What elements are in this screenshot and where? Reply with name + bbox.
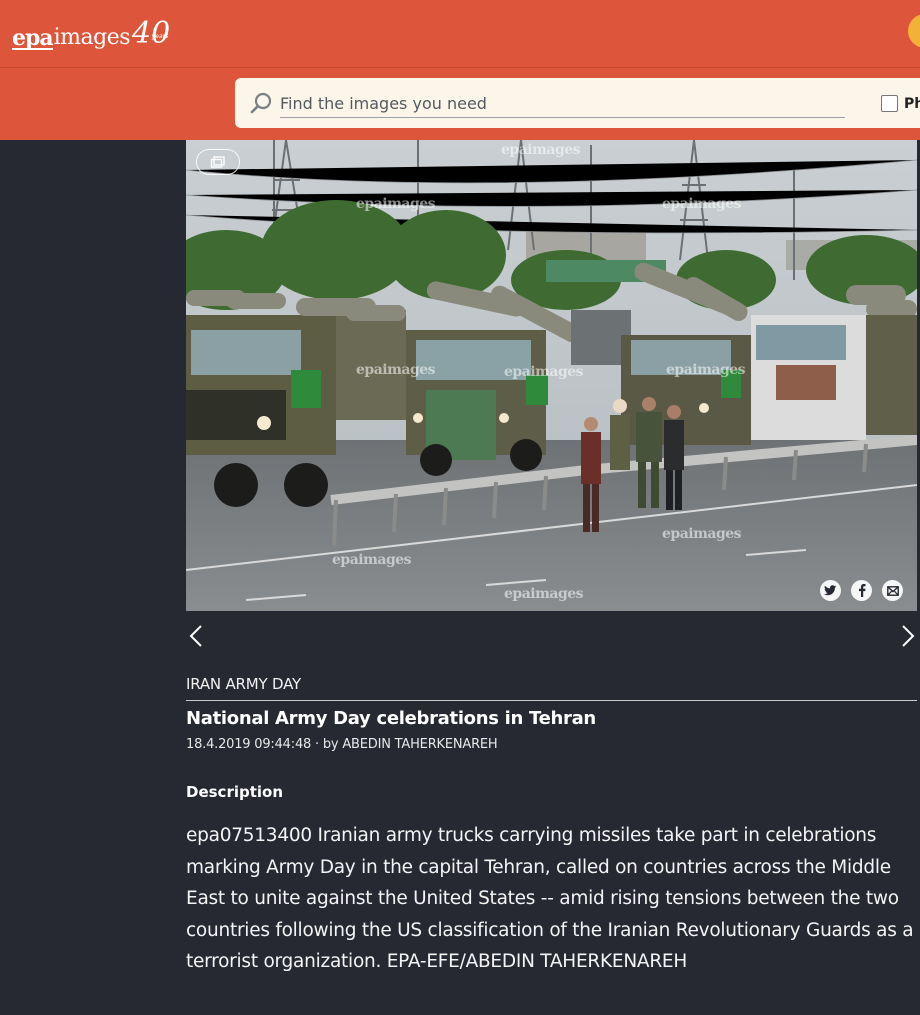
checkbox-box[interactable] <box>881 95 898 112</box>
photo-filter-checkbox[interactable]: Ph <box>881 95 920 112</box>
watermark: epaimages <box>501 142 581 158</box>
previous-image-button[interactable] <box>185 624 207 652</box>
logo-years: years <box>151 33 169 40</box>
image-meta: 18.4.2019 09:44:48 · by ABEDIN TAHERKENA… <box>186 737 498 752</box>
user-avatar[interactable] <box>908 14 920 48</box>
logo-brand: epa <box>12 25 54 51</box>
watermark: epaimages <box>356 362 436 378</box>
twitter-icon[interactable] <box>820 580 841 601</box>
watermark: epaimages <box>666 362 746 378</box>
top-header: epa images 40 years <box>0 0 920 68</box>
chevron-left-icon <box>189 624 203 652</box>
search-input[interactable] <box>280 90 845 118</box>
main-photo[interactable]: epaimages epaimages epaimages epaimages … <box>186 140 917 611</box>
divider <box>186 700 917 701</box>
description-label: Description <box>186 783 284 801</box>
email-icon[interactable] <box>882 580 903 601</box>
facebook-icon[interactable] <box>851 580 872 601</box>
fullscreen-button[interactable] <box>196 149 240 175</box>
story-category[interactable]: IRAN ARMY DAY <box>186 675 301 693</box>
epa-images-logo[interactable]: epa images 40 years <box>12 16 171 51</box>
watermark: epaimages <box>504 364 584 380</box>
watermark: epaimages <box>662 196 742 212</box>
gallery-icon <box>210 156 226 168</box>
logo-anniversary: 40 years <box>132 16 171 51</box>
search-icon[interactable] <box>249 91 273 115</box>
next-image-button[interactable] <box>897 624 919 652</box>
chevron-right-icon <box>901 624 915 652</box>
search-box: Ph <box>235 78 920 128</box>
logo-text: images <box>53 25 131 50</box>
watermark: epaimages <box>504 586 584 602</box>
image-headline: National Army Day celebrations in Tehran <box>186 708 596 729</box>
watermark: epaimages <box>332 552 412 568</box>
photo-filter-label: Ph <box>904 95 920 112</box>
watermark: epaimages <box>356 196 436 212</box>
watermark: epaimages <box>662 526 742 542</box>
share-buttons <box>820 580 903 601</box>
description-text: epa07513400 Iranian army trucks carrying… <box>186 825 914 972</box>
